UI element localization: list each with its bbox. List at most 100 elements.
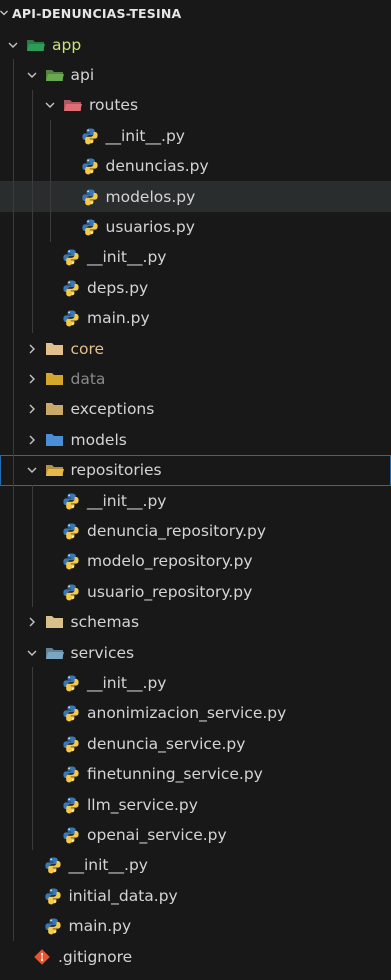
chevron-down-icon[interactable] bbox=[25, 646, 39, 660]
tree-item-label: __init__.py bbox=[105, 126, 185, 145]
python-file-icon bbox=[61, 492, 81, 510]
python-file-icon bbox=[61, 704, 81, 722]
tree-file-row[interactable]: usuarios.py bbox=[0, 211, 391, 242]
tree-item-label: __init__.py bbox=[87, 248, 167, 267]
tree-file-row[interactable]: initial_data.py bbox=[0, 880, 391, 911]
indent-guide bbox=[13, 59, 14, 941]
tree-item-label: llm_service.py bbox=[87, 795, 198, 814]
python-file-icon bbox=[43, 856, 63, 874]
chevron-down-icon[interactable] bbox=[6, 38, 20, 52]
tree-item-label: schemas bbox=[70, 613, 140, 632]
tree-folder-row[interactable]: data bbox=[0, 363, 391, 394]
tree-file-row[interactable]: denuncia_service.py bbox=[0, 728, 391, 759]
tree-folder-row[interactable]: api bbox=[0, 59, 391, 90]
explorer-root-label: API-DENUNCIAS-TESINA bbox=[12, 5, 182, 21]
chevron-down-icon[interactable] bbox=[25, 463, 39, 477]
tree-item-label: app bbox=[52, 35, 82, 54]
tree-item-label: initial_data.py bbox=[68, 886, 178, 905]
tree-file-row[interactable]: __init__.py bbox=[0, 667, 391, 698]
tree-folder-row[interactable]: app bbox=[0, 29, 391, 60]
tree-file-row[interactable]: __init__.py bbox=[0, 120, 391, 151]
python-file-icon bbox=[61, 279, 81, 297]
python-file-icon bbox=[43, 887, 63, 905]
tree-item-label: api bbox=[70, 65, 95, 84]
chevron-right-icon[interactable] bbox=[25, 372, 39, 386]
file-explorer: API-DENUNCIAS-TESINA app api routes __in… bbox=[0, 0, 391, 980]
tree-item-label: core bbox=[70, 339, 105, 358]
tree-folder-row[interactable]: services bbox=[0, 637, 391, 668]
tree-file-row[interactable]: denuncia_repository.py bbox=[0, 515, 391, 546]
python-file-icon bbox=[80, 127, 100, 145]
tree-item-label: usuario_repository.py bbox=[87, 582, 253, 601]
tree-file-row[interactable]: .gitignore bbox=[0, 941, 391, 972]
chevron-right-icon[interactable] bbox=[25, 615, 39, 629]
data-folder-icon bbox=[45, 370, 65, 388]
chevron-down-icon[interactable] bbox=[43, 98, 57, 112]
tree-file-row[interactable]: __init__.py bbox=[0, 485, 391, 516]
tree-item-label: finetunning_service.py bbox=[87, 765, 263, 784]
tree-file-row[interactable]: __init__.py bbox=[0, 242, 391, 273]
python-file-icon bbox=[80, 218, 100, 236]
python-file-icon bbox=[61, 735, 81, 753]
tree-item-label: anonimizacion_service.py bbox=[87, 704, 287, 723]
app-folder-icon bbox=[26, 36, 46, 54]
tree-file-row[interactable]: main.py bbox=[0, 303, 391, 334]
indent-guide bbox=[31, 667, 33, 850]
tree-file-row[interactable]: modelo_repository.py bbox=[0, 546, 391, 577]
tree-item-label: denuncia_service.py bbox=[87, 734, 246, 753]
chevron-right-icon[interactable] bbox=[25, 342, 39, 356]
indent-guide bbox=[50, 120, 51, 242]
tree-item-label: denuncia_repository.py bbox=[87, 521, 267, 540]
tree-file-row[interactable]: main.py bbox=[0, 911, 391, 942]
tree-folder-row[interactable]: core bbox=[0, 333, 391, 364]
explorer-root-header[interactable]: API-DENUNCIAS-TESINA bbox=[0, 0, 391, 26]
tree-folder-row[interactable]: repositories bbox=[0, 454, 391, 486]
tree-item-label: denuncias.py bbox=[105, 157, 209, 176]
tree-folder-row[interactable]: exceptions bbox=[0, 394, 391, 425]
chevron-right-icon[interactable] bbox=[25, 433, 39, 447]
python-file-icon bbox=[80, 157, 100, 175]
tree-item-label: modelos.py bbox=[105, 187, 196, 206]
tree-item-label: openai_service.py bbox=[87, 825, 227, 844]
services-folder-icon bbox=[45, 644, 65, 662]
tree-file-row[interactable]: openai_service.py bbox=[0, 819, 391, 850]
core-folder-icon bbox=[45, 340, 65, 358]
tree-file-row[interactable]: finetunning_service.py bbox=[0, 759, 391, 790]
tree-folder-row[interactable]: schemas bbox=[0, 607, 391, 638]
tree-item-label: main.py bbox=[87, 309, 150, 328]
indent-guide bbox=[31, 89, 33, 333]
python-file-icon bbox=[61, 309, 81, 327]
tree-file-row[interactable]: __init__.py bbox=[0, 850, 391, 881]
tree-file-row[interactable]: denuncias.py bbox=[0, 151, 391, 182]
tree-item-label: exceptions bbox=[70, 400, 155, 419]
python-file-icon bbox=[61, 765, 81, 783]
chevron-right-icon[interactable] bbox=[25, 402, 39, 416]
tree-item-label: models bbox=[70, 430, 127, 449]
tree-file-row[interactable]: usuario_repository.py bbox=[0, 576, 391, 607]
api-folder-icon bbox=[45, 66, 65, 84]
python-file-icon bbox=[61, 522, 81, 540]
python-file-icon bbox=[61, 826, 81, 844]
chevron-down-icon bbox=[0, 8, 10, 18]
tree-item-label: repositories bbox=[70, 461, 162, 480]
indent-guide bbox=[31, 485, 33, 607]
tree-item-label: __init__.py bbox=[87, 491, 167, 510]
tree-file-row[interactable]: anonimizacion_service.py bbox=[0, 698, 391, 729]
tree-file-row[interactable]: deps.py bbox=[0, 272, 391, 303]
tree-item-label: routes bbox=[89, 96, 139, 115]
routes-folder-icon bbox=[63, 96, 83, 114]
tree-item-label: deps.py bbox=[87, 278, 149, 297]
tree-item-label: services bbox=[70, 643, 135, 662]
tree-item-label: main.py bbox=[68, 917, 132, 936]
repositories-folder-icon bbox=[45, 461, 65, 479]
tree-item-label: __init__.py bbox=[87, 673, 167, 692]
python-file-icon bbox=[61, 552, 81, 570]
schemas-folder-icon bbox=[45, 613, 65, 631]
exceptions-folder-icon bbox=[45, 400, 65, 418]
tree-file-row[interactable]: llm_service.py bbox=[0, 789, 391, 820]
python-file-icon bbox=[61, 796, 81, 814]
tree-file-row[interactable]: modelos.py bbox=[0, 181, 391, 212]
tree-folder-row[interactable]: models bbox=[0, 424, 391, 455]
chevron-down-icon[interactable] bbox=[25, 68, 39, 82]
tree-folder-row[interactable]: routes bbox=[0, 90, 391, 121]
